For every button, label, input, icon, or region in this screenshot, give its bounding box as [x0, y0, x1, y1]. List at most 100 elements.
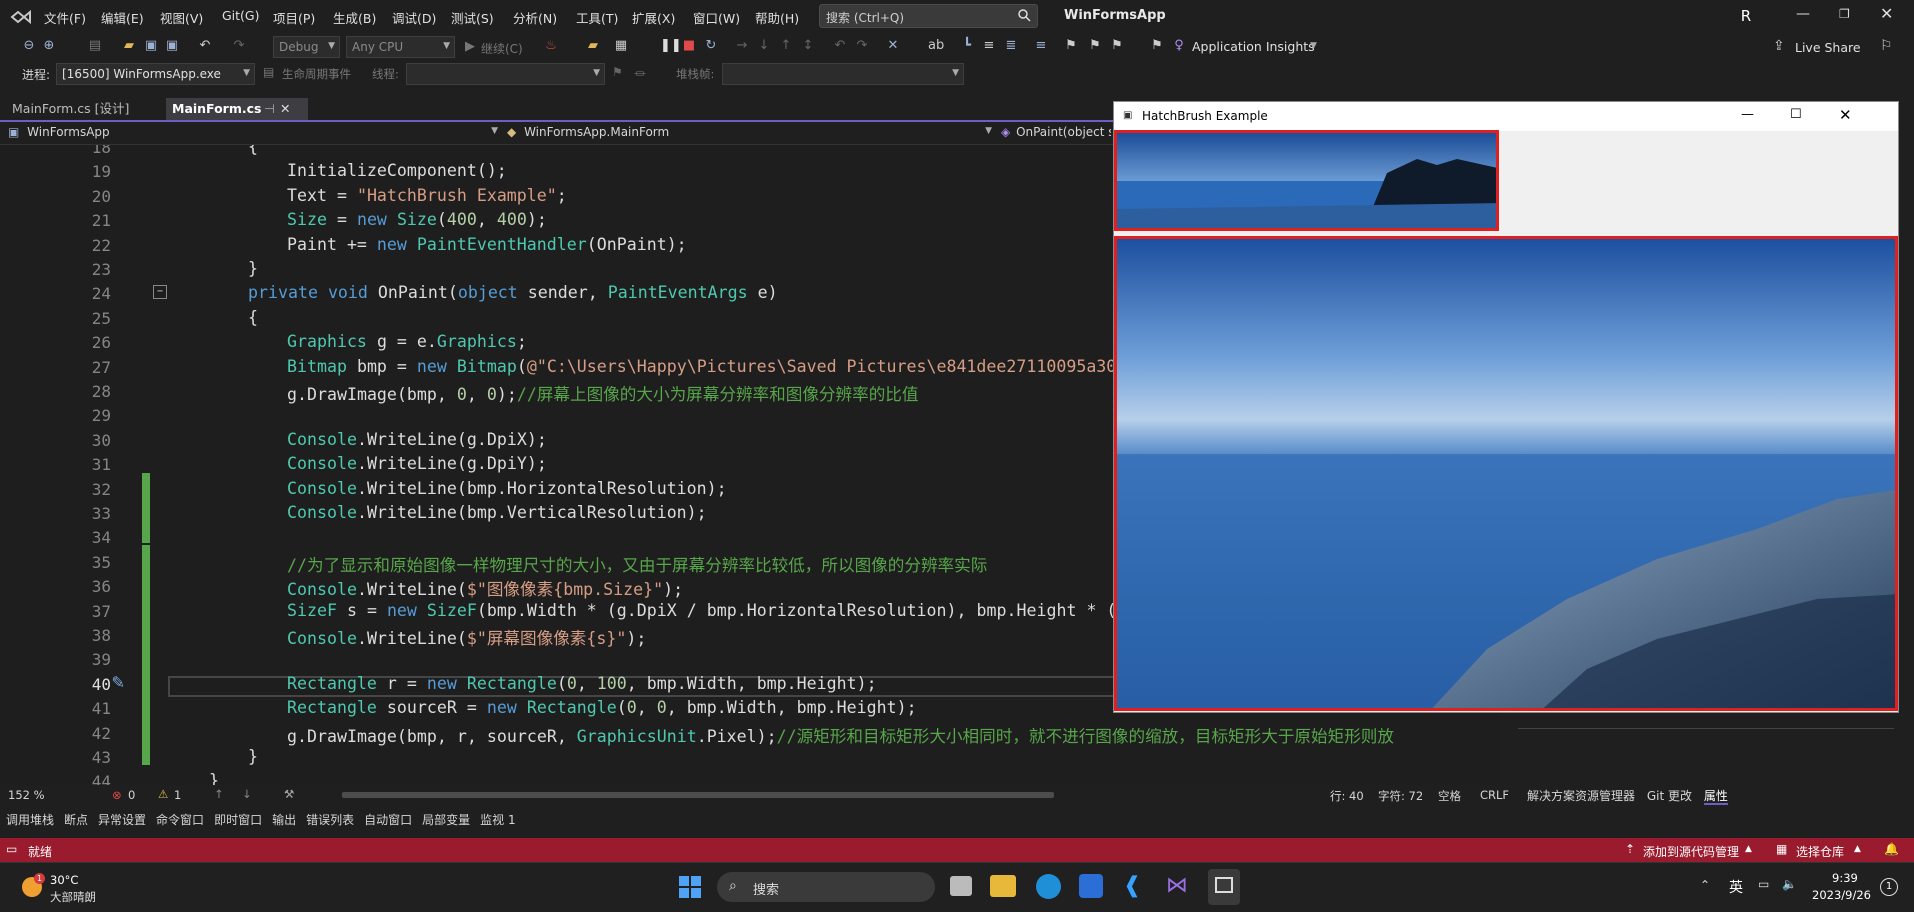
- code-line[interactable]: InitializeComponent();: [287, 161, 507, 180]
- code-line[interactable]: Graphics g = e.Graphics;: [287, 332, 527, 351]
- panel-tab[interactable]: 调用堆栈: [6, 813, 54, 827]
- warning-count[interactable]: 1: [174, 788, 181, 802]
- panel-tab[interactable]: 断点: [64, 813, 88, 827]
- restart-icon[interactable]: ↻: [704, 39, 718, 53]
- code-line[interactable]: }: [248, 259, 258, 278]
- clock-time[interactable]: 9:39: [1832, 871, 1858, 885]
- stack-frame-select[interactable]: ▼: [722, 63, 964, 85]
- tab-mainform-code[interactable]: MainForm.cs ⊣ ✕: [166, 98, 308, 120]
- clock-date[interactable]: 2023/9/26: [1812, 888, 1871, 902]
- form-window[interactable]: ▣ HatchBrush Example — ☐ ✕: [1113, 101, 1899, 713]
- undo-icon[interactable]: ↶: [198, 39, 212, 53]
- winforms-app-taskbar-icon[interactable]: [1208, 869, 1240, 905]
- arrow-up-icon[interactable]: ↑: [214, 787, 224, 801]
- code-line[interactable]: g.DrawImage(bmp, 0, 0);//屏幕上图像的大小为屏幕分辨率和…: [287, 381, 919, 405]
- solution-config-select[interactable]: Debug ▼: [273, 36, 340, 58]
- chevron-up-icon[interactable]: ▲: [1745, 844, 1752, 854]
- code-line[interactable]: SizeF s = new SizeF(bmp.Width * (g.DpiX …: [287, 601, 1126, 620]
- account-avatar[interactable]: R: [1737, 7, 1755, 25]
- start-icon[interactable]: [678, 875, 702, 899]
- code-line[interactable]: g.DrawImage(bmp, r, sourceR, GraphicsUni…: [287, 723, 1394, 747]
- bookmark-next-icon[interactable]: ⚑: [1110, 39, 1124, 53]
- tab-properties[interactable]: 属性: [1703, 789, 1728, 805]
- panel-tab[interactable]: 错误列表: [306, 813, 354, 827]
- project-dropdown[interactable]: ▣ WinFormsApp ▼: [8, 125, 498, 141]
- diagnostics-icon[interactable]: ✕: [886, 39, 900, 53]
- ime-indicator[interactable]: 英: [1729, 877, 1743, 897]
- tab-git-changes[interactable]: Git 更改: [1647, 789, 1692, 803]
- code-line[interactable]: Bitmap bmp = new Bitmap(@"C:\Users\Happy…: [287, 357, 1126, 376]
- step-into-icon[interactable]: ↓: [757, 39, 771, 53]
- step-over-icon[interactable]: →: [735, 39, 749, 53]
- hot-reload-icon[interactable]: ♨: [544, 39, 558, 53]
- close-icon[interactable]: ✕: [1880, 4, 1893, 23]
- task-view-icon[interactable]: [950, 876, 972, 896]
- code-line[interactable]: }: [248, 747, 258, 766]
- bookmark-clear-icon[interactable]: ⚑: [1150, 39, 1164, 53]
- open-folder-icon[interactable]: ▰: [122, 39, 136, 53]
- store-icon[interactable]: [1079, 874, 1103, 898]
- panel-tab[interactable]: 自动窗口: [364, 813, 412, 827]
- add-source-control-button[interactable]: 添加到源代码管理: [1643, 843, 1739, 860]
- panel-tab[interactable]: 命令窗口: [156, 813, 204, 827]
- lifecycle-events-button[interactable]: 生命周期事件: [282, 66, 351, 82]
- menu-item[interactable]: Git(G): [222, 8, 260, 23]
- redo-icon[interactable]: ↷: [232, 39, 246, 53]
- notification-count[interactable]: 1: [1880, 878, 1898, 896]
- class-dropdown[interactable]: ◆ WinFormsApp.MainForm ▼: [507, 125, 992, 141]
- bookmark-prev-icon[interactable]: ⚑: [1088, 39, 1102, 53]
- edge-icon[interactable]: [1036, 874, 1061, 899]
- panel-tab[interactable]: 局部变量: [422, 813, 470, 827]
- step-icon[interactable]: ↕: [801, 39, 815, 53]
- restore-icon[interactable]: ❐: [1839, 7, 1850, 21]
- code-line[interactable]: private void OnPaint(object sender, Pain…: [248, 283, 778, 302]
- form-close-icon[interactable]: ✕: [1839, 106, 1852, 124]
- code-line[interactable]: Size = new Size(400, 400);: [287, 210, 547, 229]
- indent-icon[interactable]: ≡: [982, 39, 996, 53]
- close-tab-icon[interactable]: ✕: [280, 98, 290, 120]
- menu-item[interactable]: 窗口(W): [693, 8, 740, 27]
- filter-thread-icon[interactable]: ⏛: [634, 65, 646, 82]
- code-line[interactable]: Paint += new PaintEventHandler(OnPaint);: [287, 235, 687, 254]
- code-line[interactable]: Console.WriteLine($"屏幕图像像素{s}");: [287, 625, 646, 649]
- chevron-down-icon[interactable]: ▼: [1310, 41, 1317, 51]
- panel-tab[interactable]: 异常设置: [98, 813, 146, 827]
- panel-tab[interactable]: 即时窗口: [214, 813, 262, 827]
- menu-item[interactable]: 视图(V): [160, 8, 203, 27]
- file-explorer-icon[interactable]: [990, 875, 1016, 897]
- chevron-up-icon[interactable]: ▲: [1854, 844, 1861, 854]
- menu-item[interactable]: 测试(S): [451, 8, 494, 27]
- code-line[interactable]: Console.WriteLine(g.DpiX);: [287, 430, 547, 449]
- menu-item[interactable]: 调试(D): [392, 8, 436, 27]
- panel-tab[interactable]: 输出: [272, 813, 296, 827]
- tab-mainform-designer[interactable]: MainForm.cs [设计]: [6, 98, 135, 120]
- taskbar-search[interactable]: ⌕ 搜索: [717, 872, 935, 902]
- code-line[interactable]: {: [248, 145, 258, 156]
- eol-indicator[interactable]: CRLF: [1480, 788, 1509, 802]
- menu-item[interactable]: 帮助(H): [755, 8, 799, 27]
- lightbulb-icon[interactable]: ♀: [1172, 39, 1186, 53]
- network-icon[interactable]: ▭: [1758, 877, 1769, 891]
- code-line[interactable]: Console.WriteLine(bmp.VerticalResolution…: [287, 503, 707, 522]
- spaces-indicator[interactable]: 空格: [1438, 788, 1461, 804]
- code-line[interactable]: Rectangle sourceR = new Rectangle(0, 0, …: [287, 698, 917, 717]
- thread-select[interactable]: ▼: [406, 63, 605, 85]
- menu-item[interactable]: 编辑(E): [101, 8, 144, 27]
- spellcheck-icon[interactable]: ab: [928, 39, 944, 53]
- menu-item[interactable]: 工具(T): [576, 8, 618, 27]
- lifecycle-icon[interactable]: ▤: [263, 65, 274, 79]
- app-insights-button[interactable]: Application Insights: [1192, 39, 1315, 54]
- process-select[interactable]: [16500] WinFormsApp.exe ▼: [56, 63, 255, 85]
- tray-chevron-icon[interactable]: ⌃: [1700, 878, 1710, 892]
- step-out-icon[interactable]: ↑: [779, 39, 793, 53]
- menu-item[interactable]: 分析(N): [513, 8, 557, 27]
- code-line[interactable]: Rectangle r = new Rectangle(0, 100, bmp.…: [287, 674, 877, 693]
- layout-icon[interactable]: ▦: [614, 39, 628, 53]
- back-icon[interactable]: ⊖: [22, 39, 36, 53]
- save-icon[interactable]: ▣: [144, 39, 158, 53]
- zoom-level[interactable]: 152 %: [8, 788, 45, 802]
- minimize-icon[interactable]: —: [1796, 6, 1810, 22]
- tab-solution-explorer[interactable]: 解决方案资源管理器: [1527, 789, 1635, 803]
- continue-button[interactable]: 继续(C): [481, 40, 523, 57]
- form-title-bar[interactable]: ▣ HatchBrush Example — ☐ ✕: [1114, 102, 1898, 131]
